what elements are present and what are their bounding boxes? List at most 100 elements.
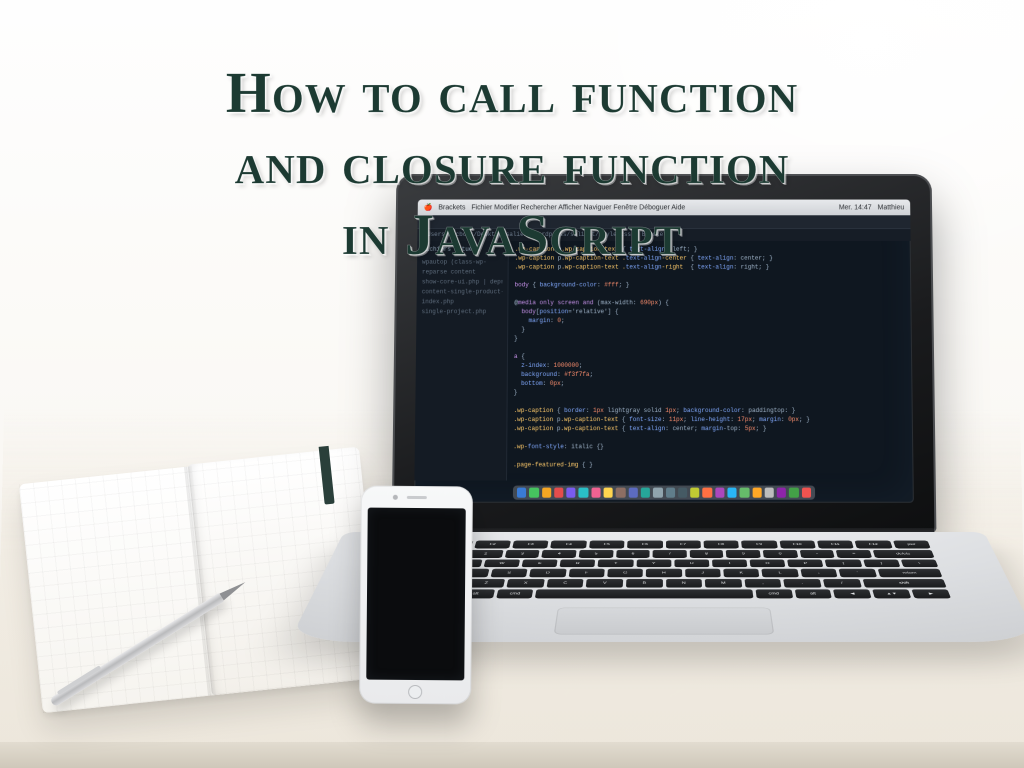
key: ]	[863, 559, 900, 567]
title-line-1: How to call function	[70, 58, 954, 129]
key: cmd	[496, 589, 534, 598]
scene: 🍎 Brackets Fichier Modifier Rechercher A…	[0, 0, 1024, 768]
key: U	[674, 559, 709, 567]
dock-app-icon	[616, 488, 625, 498]
key: shift	[862, 579, 947, 588]
dock-app-icon	[517, 488, 526, 498]
key: cmd	[755, 589, 792, 598]
key: F2	[474, 541, 511, 549]
key: G	[607, 569, 643, 577]
key: 6	[616, 550, 650, 558]
dock-app-icon	[765, 488, 774, 498]
macos-menubar: 🍎 Brackets Fichier Modifier Rechercher A…	[418, 200, 911, 216]
key: 4	[542, 550, 577, 558]
menubar-clock: Mer. 14:47	[839, 204, 872, 211]
editor-pathbar: /Users/Macbook/Desktop/salient-Wordpress…	[417, 229, 910, 241]
key: F3	[512, 541, 549, 549]
key: ▲▼	[872, 589, 911, 598]
dock-app-icon	[591, 488, 600, 498]
key: R	[560, 559, 596, 567]
editor-tabbar	[418, 215, 911, 229]
key: N	[666, 579, 703, 588]
key: 9	[726, 550, 761, 558]
menubar-items: Fichier Modifier Rechercher Afficher Nav…	[471, 204, 685, 211]
dock-app-icon	[789, 488, 798, 498]
key: /	[823, 579, 862, 588]
key: C	[546, 579, 584, 588]
table-edge	[0, 742, 1024, 768]
key: '	[839, 569, 877, 577]
key: K	[723, 569, 759, 577]
dock-app-icon	[628, 488, 637, 498]
key: V	[586, 579, 623, 588]
laptop-trackpad	[554, 608, 775, 635]
sidebar-file: content-single-product-fullheight.php	[422, 287, 503, 297]
key: ,	[744, 579, 782, 588]
dock-app-icon	[727, 488, 736, 498]
dock-app-icon	[641, 488, 650, 498]
key: -	[799, 550, 835, 558]
key-row: escF1F2F3F4F5F6F7F8F9F10F11F12pwr	[397, 541, 930, 549]
key: M	[705, 579, 742, 588]
dock-app-icon	[566, 488, 575, 498]
menubar-app: Brackets	[438, 204, 465, 211]
key: F4	[551, 541, 587, 549]
key: F10	[779, 541, 816, 549]
phone-home-button	[408, 685, 422, 699]
sidebar-file: single-project.php	[421, 307, 502, 317]
dock-app-icon	[777, 488, 786, 498]
dock-app-icon	[740, 488, 749, 498]
key: H	[646, 569, 682, 577]
dock-app-icon	[666, 488, 675, 498]
key: I	[712, 559, 748, 567]
key: Z	[467, 579, 506, 588]
key: E	[522, 559, 558, 567]
key	[535, 589, 753, 598]
key: F7	[666, 541, 701, 549]
laptop-lid: 🍎 Brackets Fichier Modifier Rechercher A…	[392, 174, 937, 533]
key: F5	[589, 541, 625, 549]
key-row: `1234567890-=delete	[394, 550, 935, 558]
dock-app-icon	[678, 488, 687, 498]
key: =	[836, 550, 872, 558]
dock-app-icon	[604, 488, 613, 498]
key: 7	[653, 550, 687, 558]
key: P	[787, 559, 824, 567]
macos-dock	[513, 486, 815, 500]
key: T	[598, 559, 633, 567]
key: F8	[703, 541, 739, 549]
dock-app-icon	[579, 488, 588, 498]
dock-app-icon	[802, 488, 811, 498]
key: return	[877, 569, 942, 577]
laptop-screen: 🍎 Brackets Fichier Modifier Rechercher A…	[414, 200, 914, 503]
code-editor: Fichiers actuels wpautop (class-wp-repar…	[414, 241, 913, 481]
key: S	[490, 569, 527, 577]
key: [	[825, 559, 862, 567]
dock-app-icon	[690, 488, 699, 498]
key: delete	[873, 550, 935, 558]
sidebar-file: index.php	[422, 297, 503, 307]
key: D	[529, 569, 566, 577]
sidebar-file: wpautop (class-wp-	[422, 258, 503, 268]
dock-app-icon	[653, 488, 662, 498]
sidebar-file: reparse content	[422, 268, 503, 278]
sidebar-header: Fichiers actuels	[422, 245, 503, 255]
key: J	[685, 569, 721, 577]
key: B	[626, 579, 663, 588]
key: ;	[800, 569, 837, 577]
key: Y	[636, 559, 671, 567]
phone-screen	[366, 508, 465, 681]
phone-speaker	[407, 496, 427, 499]
key: \	[901, 559, 939, 567]
key: 8	[690, 550, 724, 558]
menubar-user: Matthieu	[878, 204, 905, 211]
dock-app-icon	[752, 488, 761, 498]
dock-app-icon	[554, 488, 563, 498]
editor-sidebar: Fichiers actuels wpautop (class-wp-repar…	[414, 241, 508, 481]
dock-app-icon	[529, 488, 538, 498]
key: ◀	[833, 589, 871, 598]
key: X	[507, 579, 545, 588]
key: 3	[505, 550, 540, 558]
key: F11	[817, 541, 854, 549]
key: ▶	[912, 589, 951, 598]
